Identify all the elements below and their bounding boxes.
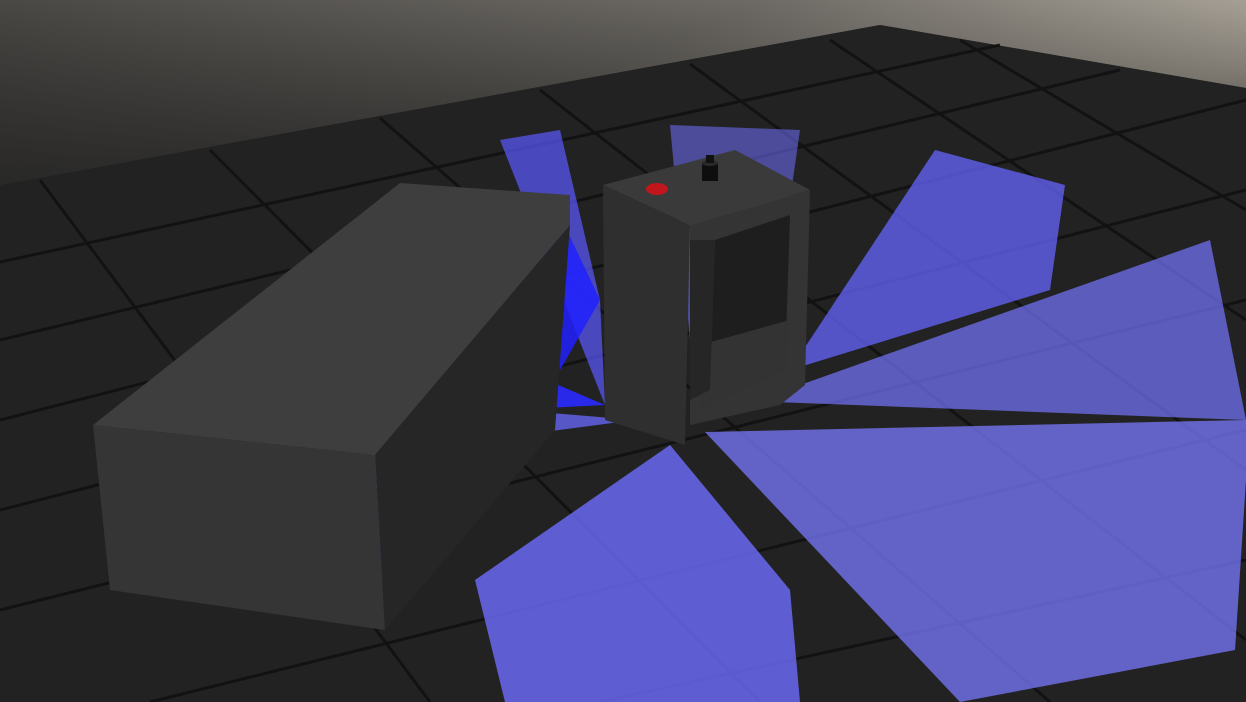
robot-left-front (603, 185, 690, 445)
red-marker (646, 183, 668, 195)
simulation-viewport[interactable] (0, 0, 1246, 702)
scene-canvas[interactable] (0, 0, 1246, 702)
robot-frame[interactable] (603, 150, 810, 445)
